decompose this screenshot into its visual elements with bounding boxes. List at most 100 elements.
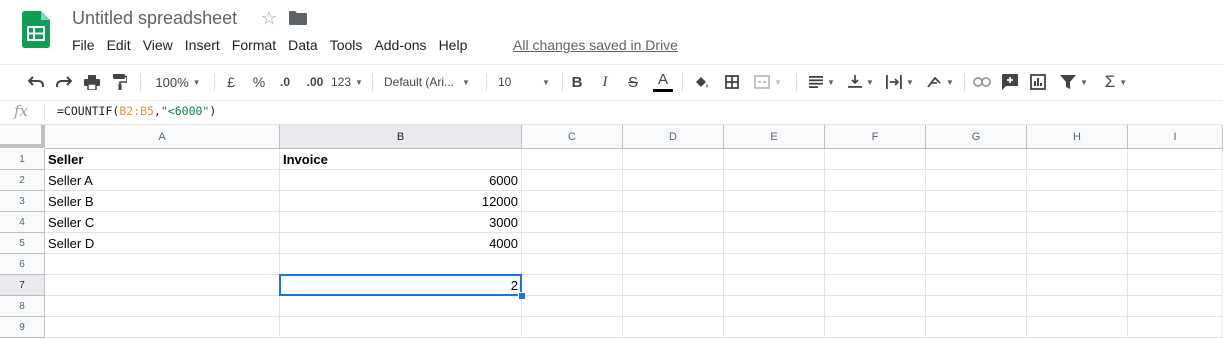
row-header-4[interactable]: 4 bbox=[0, 212, 45, 233]
cell-i1[interactable] bbox=[1128, 149, 1223, 170]
cell-b7[interactable]: 2 bbox=[280, 275, 522, 296]
cell-d2[interactable] bbox=[623, 170, 724, 191]
cell-c2[interactable] bbox=[522, 170, 623, 191]
column-header-h[interactable]: H bbox=[1027, 125, 1128, 149]
column-header-i[interactable]: I bbox=[1128, 125, 1223, 149]
paint-format-icon[interactable] bbox=[110, 72, 130, 92]
cell-b4[interactable]: 3000 bbox=[280, 212, 522, 233]
cell-d1[interactable] bbox=[623, 149, 724, 170]
cell-d7[interactable] bbox=[623, 275, 724, 296]
column-header-e[interactable]: E bbox=[724, 125, 825, 149]
print-icon[interactable] bbox=[82, 72, 102, 92]
save-status-link[interactable]: All changes saved in Drive bbox=[513, 36, 678, 54]
menu-insert[interactable]: Insert bbox=[179, 36, 226, 54]
cell-i2[interactable] bbox=[1128, 170, 1223, 191]
cell-e2[interactable] bbox=[724, 170, 825, 191]
cell-d8[interactable] bbox=[623, 296, 724, 317]
cell-h2[interactable] bbox=[1027, 170, 1128, 191]
font-size-select[interactable]: 10 ▼ bbox=[498, 72, 554, 92]
cell-i3[interactable] bbox=[1128, 191, 1223, 212]
cell-d3[interactable] bbox=[623, 191, 724, 212]
cell-a1[interactable]: Seller bbox=[45, 149, 280, 170]
merge-cells-icon[interactable]: ▼ bbox=[750, 72, 786, 92]
cell-f3[interactable] bbox=[825, 191, 926, 212]
cell-g7[interactable] bbox=[926, 275, 1027, 296]
menu-data[interactable]: Data bbox=[282, 36, 324, 54]
cell-c8[interactable] bbox=[522, 296, 623, 317]
menu-edit[interactable]: Edit bbox=[101, 36, 137, 54]
column-header-f[interactable]: F bbox=[825, 125, 926, 149]
row-header-8[interactable]: 8 bbox=[0, 296, 45, 317]
cell-i7[interactable] bbox=[1128, 275, 1223, 296]
formula-input[interactable]: =COUNTIF(B2:B5,"<6000") bbox=[57, 104, 216, 118]
cell-g9[interactable] bbox=[926, 317, 1027, 338]
cell-e3[interactable] bbox=[724, 191, 825, 212]
fill-handle[interactable] bbox=[518, 292, 526, 300]
cell-g8[interactable] bbox=[926, 296, 1027, 317]
cell-h7[interactable] bbox=[1027, 275, 1128, 296]
cell-c7[interactable] bbox=[522, 275, 623, 296]
menu-file[interactable]: File bbox=[66, 36, 101, 54]
menu-help[interactable]: Help bbox=[433, 36, 474, 54]
cell-g5[interactable] bbox=[926, 233, 1027, 254]
undo-icon[interactable] bbox=[26, 72, 46, 92]
functions-icon[interactable]: Σ ▼ bbox=[1100, 72, 1132, 92]
menu-view[interactable]: View bbox=[137, 36, 179, 54]
cell-a6[interactable] bbox=[45, 254, 280, 275]
cell-c4[interactable] bbox=[522, 212, 623, 233]
cell-e5[interactable] bbox=[724, 233, 825, 254]
cell-b8[interactable] bbox=[280, 296, 522, 317]
menu-add-ons[interactable]: Add-ons bbox=[368, 36, 432, 54]
cell-e4[interactable] bbox=[724, 212, 825, 233]
cell-b2[interactable]: 6000 bbox=[280, 170, 522, 191]
row-header-5[interactable]: 5 bbox=[0, 233, 45, 254]
currency-format-button[interactable]: £ bbox=[222, 72, 240, 92]
text-wrap-icon[interactable]: ▼ bbox=[884, 72, 916, 92]
column-header-b[interactable]: B bbox=[280, 125, 522, 149]
italic-icon[interactable]: I bbox=[596, 72, 614, 92]
menu-format[interactable]: Format bbox=[226, 36, 282, 54]
cell-d5[interactable] bbox=[623, 233, 724, 254]
cell-d6[interactable] bbox=[623, 254, 724, 275]
cell-a8[interactable] bbox=[45, 296, 280, 317]
menu-tools[interactable]: Tools bbox=[324, 36, 369, 54]
column-header-d[interactable]: D bbox=[623, 125, 724, 149]
cell-e7[interactable] bbox=[724, 275, 825, 296]
row-header-7[interactable]: 7 bbox=[0, 275, 45, 296]
text-rotate-icon[interactable]: ▼ bbox=[924, 72, 956, 92]
borders-icon[interactable] bbox=[722, 72, 742, 92]
cell-i8[interactable] bbox=[1128, 296, 1223, 317]
cell-h5[interactable] bbox=[1027, 233, 1128, 254]
cell-h8[interactable] bbox=[1027, 296, 1128, 317]
cell-g2[interactable] bbox=[926, 170, 1027, 191]
zoom-select[interactable]: 100% ▼ bbox=[150, 72, 206, 92]
cell-d9[interactable] bbox=[623, 317, 724, 338]
font-family-select[interactable]: Default (Ari... ▼ bbox=[384, 72, 478, 92]
cell-b1[interactable]: Invoice bbox=[280, 149, 522, 170]
cell-c9[interactable] bbox=[522, 317, 623, 338]
cell-h4[interactable] bbox=[1027, 212, 1128, 233]
cell-e1[interactable] bbox=[724, 149, 825, 170]
cell-h6[interactable] bbox=[1027, 254, 1128, 275]
cell-h1[interactable] bbox=[1027, 149, 1128, 170]
cell-f8[interactable] bbox=[825, 296, 926, 317]
document-title[interactable]: Untitled spreadsheet bbox=[72, 8, 237, 29]
cell-i9[interactable] bbox=[1128, 317, 1223, 338]
cell-i4[interactable] bbox=[1128, 212, 1223, 233]
cell-e8[interactable] bbox=[724, 296, 825, 317]
bold-icon[interactable]: B bbox=[568, 72, 586, 92]
cell-d4[interactable] bbox=[623, 212, 724, 233]
cell-h9[interactable] bbox=[1027, 317, 1128, 338]
folder-icon[interactable] bbox=[289, 11, 307, 25]
strikethrough-icon[interactable]: S bbox=[624, 72, 642, 92]
cell-f6[interactable] bbox=[825, 254, 926, 275]
comment-icon[interactable] bbox=[1000, 72, 1020, 92]
star-icon[interactable]: ☆ bbox=[261, 8, 277, 29]
cell-a4[interactable]: Seller C bbox=[45, 212, 280, 233]
cell-b5[interactable]: 4000 bbox=[280, 233, 522, 254]
cell-a9[interactable] bbox=[45, 317, 280, 338]
cell-f2[interactable] bbox=[825, 170, 926, 191]
cell-f9[interactable] bbox=[825, 317, 926, 338]
column-header-c[interactable]: C bbox=[522, 125, 623, 149]
cell-g4[interactable] bbox=[926, 212, 1027, 233]
